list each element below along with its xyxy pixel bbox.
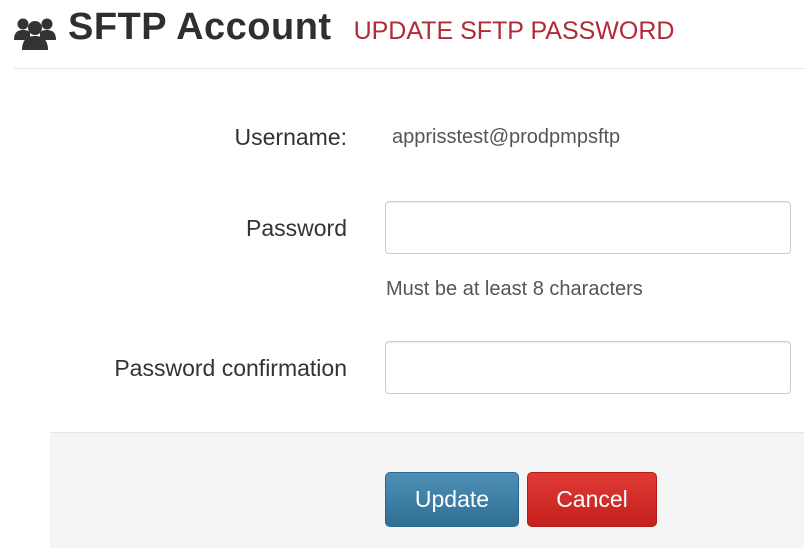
cancel-button[interactable]: Cancel [527, 472, 657, 527]
sftp-account-page: SFTP Account UPDATE SFTP PASSWORD Userna… [0, 0, 804, 548]
username-value: apprisstest@prodpmpsftp [392, 126, 621, 148]
form-actions: Update Cancel [50, 432, 804, 548]
page-subtitle: UPDATE SFTP PASSWORD [353, 17, 675, 45]
password-help-text: Must be at least 8 characters [386, 278, 643, 300]
page-title: SFTP Account [68, 6, 332, 48]
users-icon [14, 18, 56, 50]
page-header: SFTP Account UPDATE SFTP PASSWORD [14, 6, 674, 56]
password-input[interactable] [385, 201, 791, 254]
password-label: Password [246, 215, 347, 241]
password-confirmation-input[interactable] [385, 341, 791, 394]
header-divider [14, 68, 804, 69]
password-confirmation-label: Password confirmation [114, 355, 347, 381]
update-button[interactable]: Update [385, 472, 519, 527]
username-label: Username: [234, 124, 347, 150]
